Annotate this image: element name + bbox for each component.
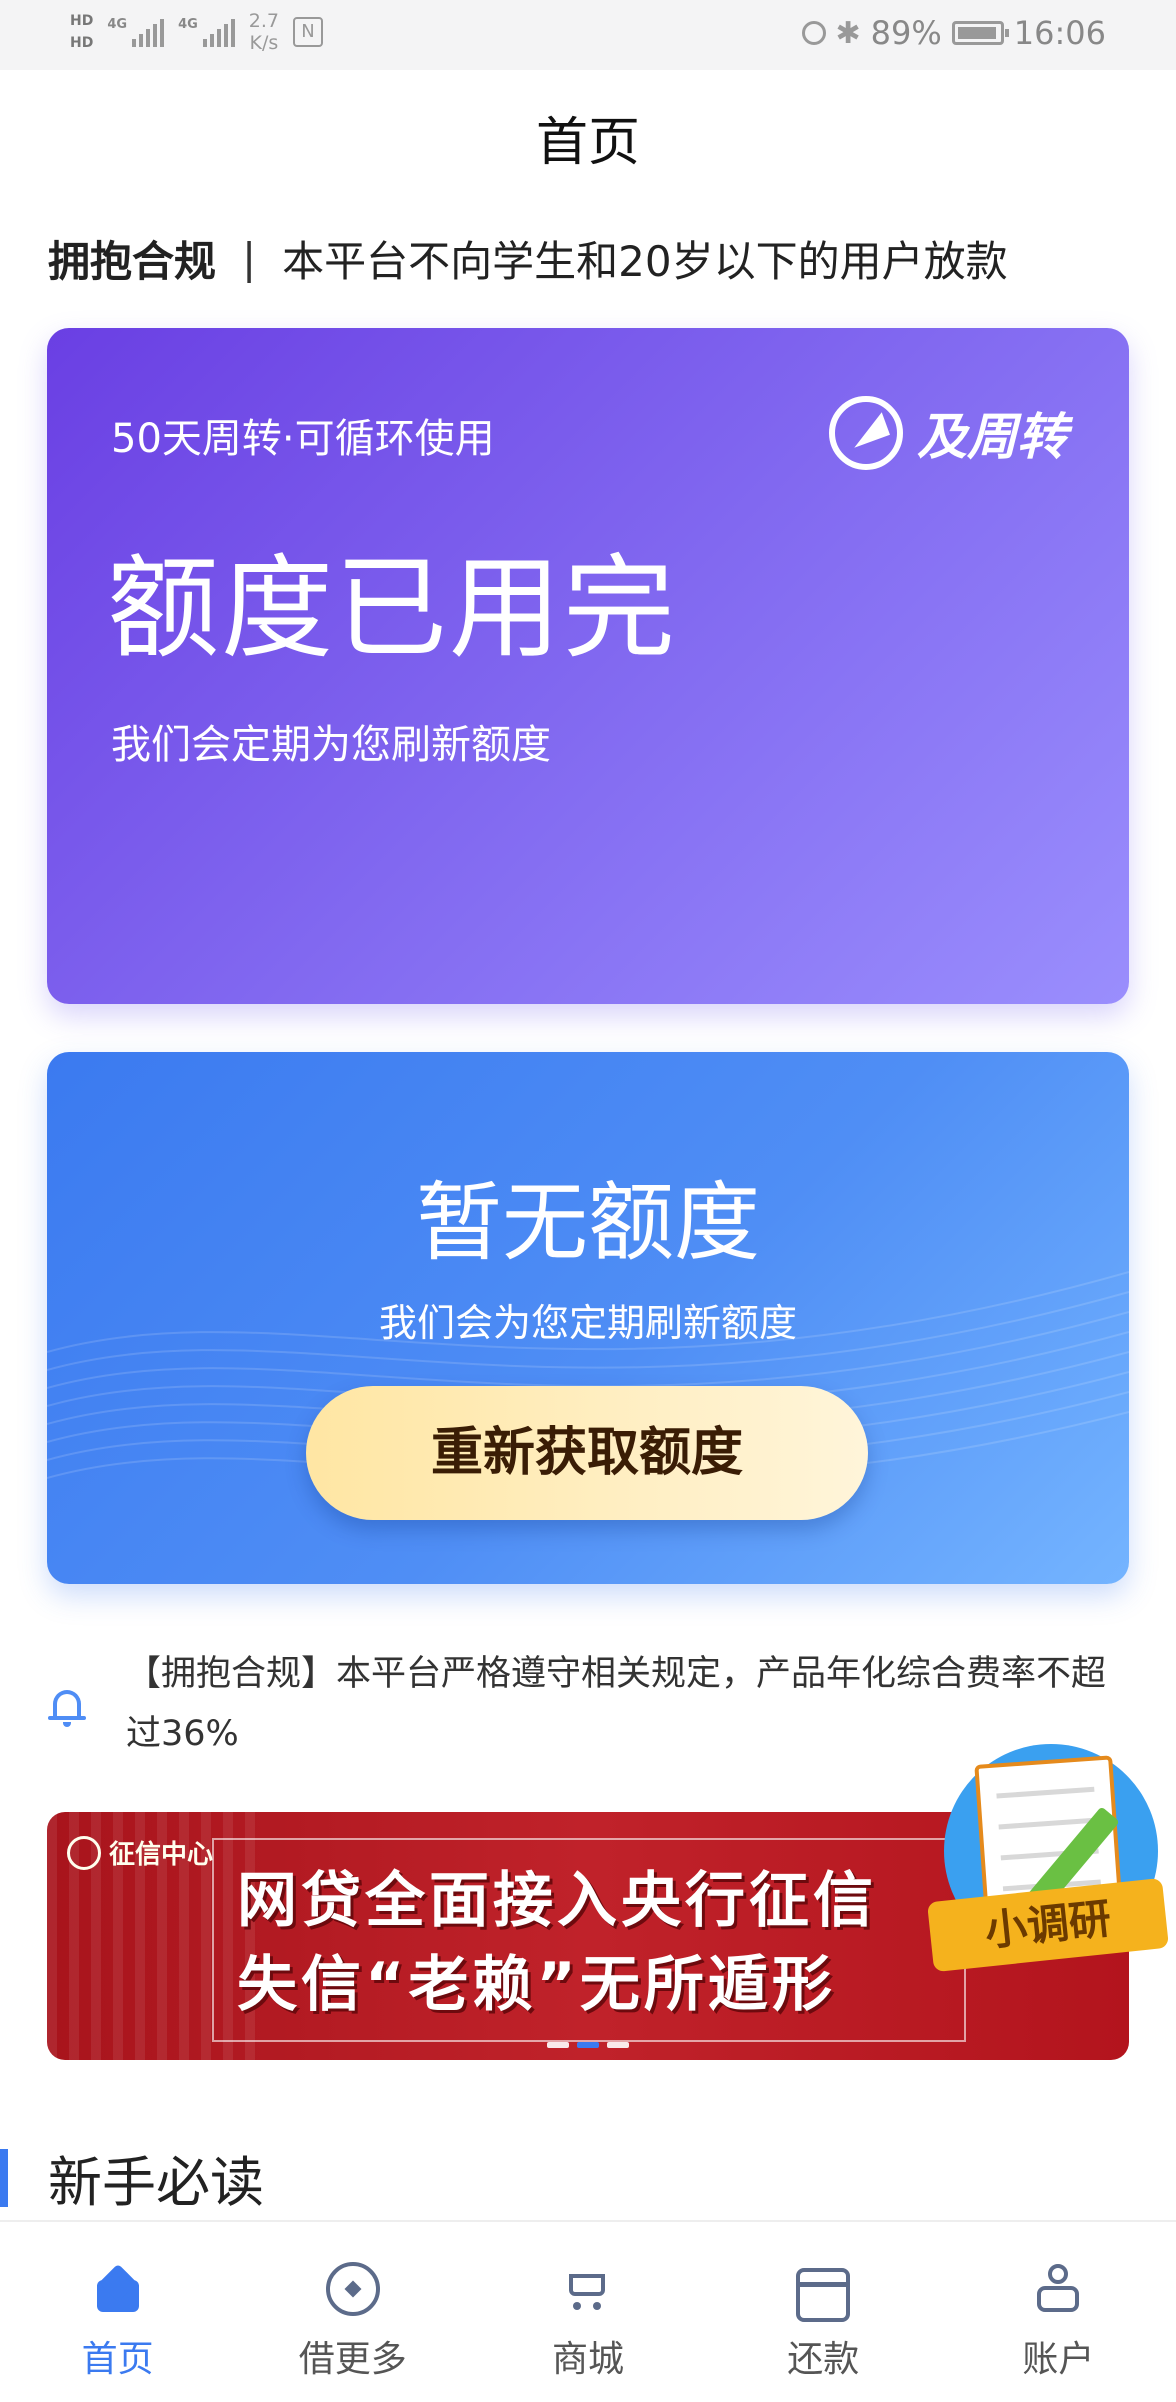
alarm-icon [801, 21, 826, 45]
tab-label: 商城 [552, 2339, 625, 2380]
notice-separator: | [242, 234, 257, 283]
status-bar-left: HD HD 4G 4G 2.7 K/s N [70, 10, 323, 54]
account-icon [1031, 2262, 1085, 2316]
no-quota-card: 暂无额度 我们会为您定期刷新额度 重新获取额度 [47, 1052, 1129, 1584]
borrow-icon [325, 2262, 380, 2316]
network-type: 4G [107, 17, 128, 32]
tab-account[interactable]: 账户 [941, 2222, 1176, 2402]
clock-time: 16:06 [1013, 14, 1106, 52]
carousel-dot-active[interactable] [577, 2042, 599, 2048]
quota-subtitle: 50天周转·可循环使用 [111, 416, 495, 462]
card-icon [796, 2268, 851, 2322]
carousel-dot[interactable] [607, 2042, 629, 2048]
tab-label: 借更多 [298, 2339, 407, 2380]
quota-status: 额度已用完 [107, 544, 677, 674]
tab-label: 还款 [787, 2339, 860, 2380]
credit-center-name: 征信中心 [109, 1840, 214, 1870]
tab-label: 账户 [1022, 2339, 1095, 2380]
battery-icon [951, 21, 1009, 45]
section-accent-bar [0, 2148, 8, 2207]
signal-icon: 4G [178, 17, 235, 47]
status-bar-right: ✱ 89% 16:06 [801, 14, 1106, 52]
notice-tag: 拥抱合规 [48, 237, 217, 286]
bell-icon [48, 1686, 86, 1727]
home-icon [91, 2262, 145, 2316]
bluetooth-icon: ✱ [835, 15, 861, 51]
paper-plane-icon [829, 396, 903, 470]
brand-logo: 及周转 [829, 396, 1067, 470]
quota-desc: 我们会定期为您刷新额度 [111, 722, 551, 768]
cart-icon [561, 2262, 615, 2316]
battery-percent: 89% [870, 14, 942, 52]
section-header: 新手必读 [0, 2138, 264, 2217]
banner-headline: 网贷全面接入央行征信 [237, 1866, 877, 1936]
signal-icon: 4G [107, 17, 165, 47]
speed-unit: K/s [249, 32, 279, 54]
network-speed: 2.7 K/s [249, 10, 279, 54]
reacquire-quota-button[interactable]: 重新获取额度 [306, 1386, 868, 1520]
tab-label: 首页 [81, 2339, 154, 2380]
hd-icon: HD [70, 13, 94, 29]
no-quota-desc: 我们会为您定期刷新额度 [378, 1301, 797, 1345]
speed-value: 2.7 [248, 10, 279, 32]
carousel-dot[interactable] [547, 2042, 569, 2048]
quota-card[interactable]: 50天周转·可循环使用 及周转 额度已用完 我们会定期为您刷新额度 [47, 328, 1129, 1004]
notice-text: 本平台不向学生和20岁以下的用户放款 [282, 237, 1008, 286]
tab-mall[interactable]: 商城 [470, 2222, 705, 2402]
tab-borrow-more[interactable]: 借更多 [235, 2222, 470, 2402]
tab-home[interactable]: 首页 [0, 2222, 235, 2402]
status-bar: HD HD 4G 4G 2.7 K/s N ✱ 89% 16:06 [0, 0, 1176, 70]
survey-floating-button[interactable]: 小调研 [926, 1740, 1170, 2000]
hd-indicator: HD HD [70, 10, 93, 54]
brand-name: 及周转 [917, 408, 1067, 466]
compliance-notice[interactable]: 拥抱合规 | 本平台不向学生和20岁以下的用户放款 [48, 228, 1008, 289]
credit-center-logo: 征信中心 [67, 1834, 213, 1871]
banner-subline: 失信“老赖”无所遁形 [237, 1950, 836, 2020]
tab-repay[interactable]: 还款 [706, 2222, 941, 2402]
no-quota-status: 暂无额度 [416, 1173, 760, 1273]
nfc-icon: N [293, 17, 323, 47]
section-title: 新手必读 [48, 2151, 264, 2214]
bottom-tab-bar: 首页 借更多 商城 还款 账户 [0, 2220, 1176, 2402]
page-title: 首页 [535, 113, 640, 173]
hd-icon: HD [70, 35, 94, 51]
network-type: 4G [178, 17, 198, 32]
seal-icon [67, 1835, 101, 1870]
carousel-indicator[interactable] [547, 2042, 629, 2048]
